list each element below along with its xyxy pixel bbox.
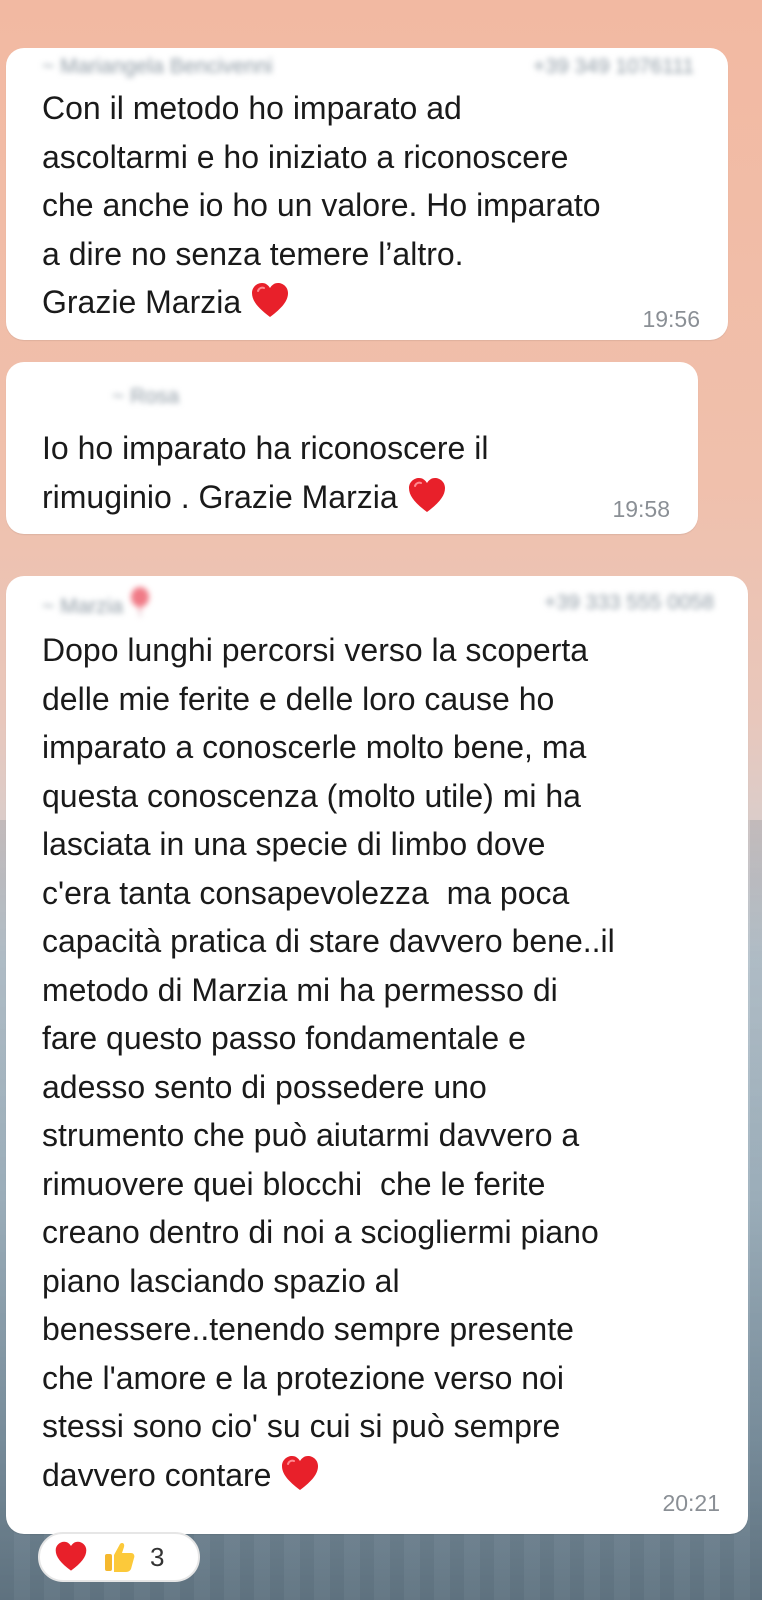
message-text: Dopo lunghi percorsi verso la scoperta d… [42, 626, 714, 1499]
thumbs-up-icon [102, 1540, 136, 1574]
sender-header: ~ Marzia +39 333 555 0058 [42, 576, 714, 626]
red-heart-icon [407, 476, 447, 516]
sender-name: ~ Mariangela Bencivenni [42, 55, 273, 78]
sender-phone: +39 349 1076111 [533, 55, 694, 78]
message-text: Io ho imparato ha riconoscere il rimugin… [42, 424, 664, 521]
sender-header: ~ Mariangela Bencivenni +39 349 1076111 [42, 48, 694, 84]
message-time: 19:56 [642, 306, 700, 332]
message-body: Dopo lunghi percorsi verso la scoperta d… [42, 632, 615, 1493]
red-heart-icon [250, 281, 290, 321]
message-bubble-1[interactable]: ~ Mariangela Bencivenni +39 349 1076111 … [6, 48, 728, 340]
sender-name: ~ Rosa [112, 385, 180, 408]
reactions-pill[interactable]: 3 [38, 1532, 200, 1582]
message-body: Con il metodo ho imparato ad ascoltarmi … [42, 90, 601, 320]
message-time: 20:21 [662, 1490, 720, 1516]
message-bubble-2[interactable]: ~ Rosa Io ho imparato ha riconoscere il … [6, 362, 698, 534]
sender-name-wrap: ~ Marzia [42, 587, 151, 619]
sender-phone: +39 333 555 0058 [544, 591, 714, 614]
message-time: 19:58 [612, 496, 670, 522]
sender-header: ~ Rosa [42, 362, 664, 424]
sender-name: ~ Marzia [42, 595, 124, 618]
balloon-icon [129, 587, 151, 618]
reaction-count: 3 [150, 1541, 165, 1572]
red-heart-icon [54, 1540, 88, 1574]
red-heart-icon [280, 1454, 320, 1494]
message-text: Con il metodo ho imparato ad ascoltarmi … [42, 84, 694, 327]
message-bubble-3[interactable]: ~ Marzia +39 333 555 0058 Dopo lunghi pe… [6, 576, 748, 1534]
